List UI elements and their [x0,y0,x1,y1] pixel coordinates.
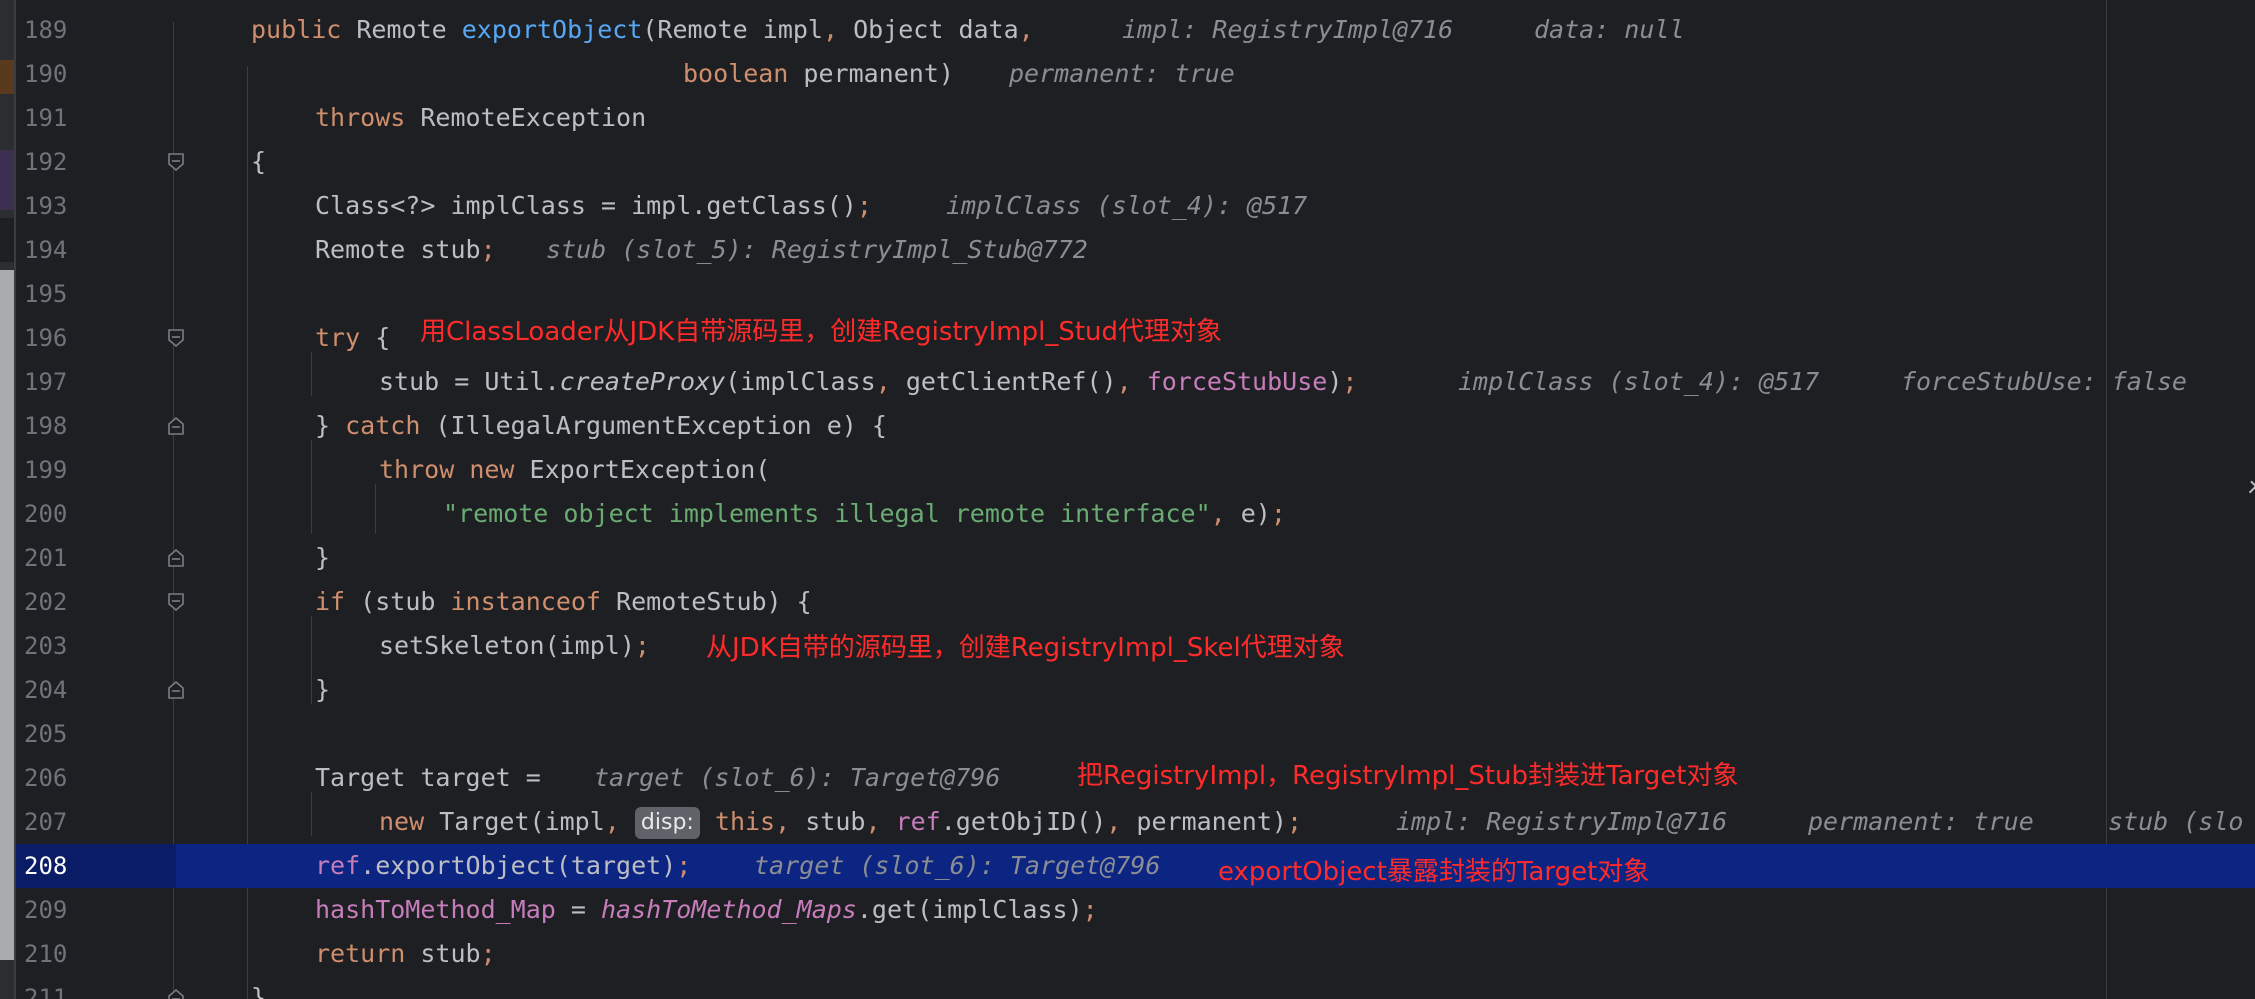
code-text[interactable]: public Remote exportObject(Remote impl, … [251,8,1034,52]
inline-debug-value: implClass (slot_4): @517 [1458,367,1820,396]
code-text[interactable]: "remote object implements illegal remote… [443,492,1286,536]
code-text[interactable]: } catch (IllegalArgumentException e) { [315,404,887,448]
line-number: 203 [24,632,68,660]
inline-debug-value: forceStubUse: false [1901,367,2187,396]
code-text[interactable]: boolean permanent) [683,52,954,96]
code-text[interactable]: setSkeleton(impl); [379,624,650,668]
tool-window-tab[interactable] [0,150,14,210]
code-line[interactable]: 200 "remote object implements illegal re… [16,492,2255,536]
fold-marker-icon[interactable] [166,152,186,172]
line-number: 202 [24,588,68,616]
code-line-current[interactable]: 208 ref.exportObject(target); target (sl… [16,844,2255,888]
tool-window-strip[interactable] [0,0,14,999]
line-number: 195 [24,280,68,308]
annotation-create-skel: 从JDK自带的源码里，创建RegistryImpl_Skel代理对象 [706,633,1345,663]
code-text[interactable]: Target target = [315,756,541,800]
line-number: 196 [24,324,68,352]
code-text[interactable]: new Target(impl, disp: this, stub, ref.g… [379,800,1302,844]
inline-debug-value: impl: RegistryImpl@716 [1122,15,1454,44]
line-number: 199 [24,456,68,484]
fold-marker-icon[interactable] [166,988,186,999]
code-line[interactable]: 207 new Target(impl, disp: this, stub, r… [16,800,2255,844]
line-number: 198 [24,412,68,440]
code-text[interactable]: } [315,668,330,712]
inline-debug-value: permanent: true [1808,807,2034,836]
fold-marker-icon[interactable] [166,416,186,436]
fold-marker-icon[interactable] [166,328,186,348]
inline-debug-value: stub (slot_5): RegistryImpl_Stub@772 [546,235,1088,264]
code-text[interactable]: { [251,140,266,184]
side-panel-edge [0,270,14,960]
line-number: 190 [24,60,68,88]
parameter-hint-badge: disp: [634,807,700,839]
code-text[interactable]: return stub; [315,932,496,976]
inline-debug-value: stub (slo [2108,807,2244,836]
code-line[interactable]: 194 Remote stub; stub (slot_5): Registry… [16,228,2255,272]
line-number: 206 [24,764,68,792]
line-number: 200 [24,500,68,528]
inline-debug-value: target (slot_6): Target@796 [754,851,1161,880]
line-number: 211 [24,984,68,999]
line-number: 197 [24,368,68,396]
code-line[interactable]: 198 } catch (IllegalArgumentException e)… [16,404,2255,448]
line-number: 205 [24,720,68,748]
code-text[interactable]: hashToMethod_Map = hashToMethod_Maps.get… [315,888,1098,932]
line-number: 208 [24,852,68,880]
code-text[interactable]: throws RemoteException [315,96,646,140]
code-text[interactable]: stub = Util.createProxy(implClass, getCl… [379,360,1357,404]
code-line[interactable]: 195 [16,272,2255,316]
code-line[interactable]: 199 throw new ExportException( [16,448,2255,492]
line-number: 193 [24,192,68,220]
code-text[interactable]: Remote stub; [315,228,496,272]
tool-window-tab[interactable] [0,218,14,262]
code-text[interactable]: } [251,976,266,999]
code-line[interactable]: 204 } [16,668,2255,712]
code-line[interactable]: 210 return stub; [16,932,2255,976]
code-line[interactable]: 192 { [16,140,2255,184]
inline-debug-value: permanent: true [1009,59,1235,88]
code-editor[interactable]: 189 public Remote exportObject(Remote im… [0,0,2255,999]
code-text[interactable]: if (stub instanceof RemoteStub) { [315,580,812,624]
code-line[interactable]: 191 throws RemoteException [16,96,2255,140]
code-line[interactable]: 193 Class<?> implClass = impl.getClass()… [16,184,2255,228]
code-line[interactable]: 209 hashToMethod_Map = hashToMethod_Maps… [16,888,2255,932]
annotation-export-target: exportObject暴露封装的Target对象 [1218,857,1650,887]
code-line[interactable]: 211 } [16,976,2255,999]
code-text[interactable]: Class<?> implClass = impl.getClass(); [315,184,872,228]
fold-marker-icon[interactable] [166,680,186,700]
code-text[interactable]: } [315,536,330,580]
line-number: 204 [24,676,68,704]
code-text[interactable]: try { [315,316,390,360]
inline-debug-value: implClass (slot_4): @517 [946,191,1308,220]
line-number: 210 [24,940,68,968]
line-number: 191 [24,104,68,132]
code-line[interactable]: 197 stub = Util.createProxy(implClass, g… [16,360,2255,404]
annotation-create-stub: 用ClassLoader从JDK自带源码里，创建RegistryImpl_Stu… [420,317,1223,347]
annotation-wrap-target: 把RegistryImpl，RegistryImpl_Stub封装进Target… [1077,761,1739,791]
fold-marker-icon[interactable] [166,592,186,612]
code-text[interactable]: ref.exportObject(target); [315,844,691,888]
line-number: 209 [24,896,68,924]
bookmark-marker [0,60,14,94]
code-line[interactable]: 205 [16,712,2255,756]
line-number: 207 [24,808,68,836]
code-line[interactable]: 202 if (stub instanceof RemoteStub) { [16,580,2255,624]
inline-debug-value: data: null [1534,15,1685,44]
line-number: 189 [24,16,68,44]
inline-debug-value: target (slot_6): Target@796 [594,763,1001,792]
line-number: 201 [24,544,68,572]
line-number: 192 [24,148,68,176]
code-line[interactable]: 189 public Remote exportObject(Remote im… [16,8,2255,52]
fold-marker-icon[interactable] [166,548,186,568]
inline-debug-value: impl: RegistryImpl@716 [1396,807,1728,836]
code-line[interactable]: 190 boolean permanent) permanent: true [16,52,2255,96]
code-text[interactable]: throw new ExportException( [379,448,770,492]
code-line[interactable]: 201 } [16,536,2255,580]
line-number: 194 [24,236,68,264]
